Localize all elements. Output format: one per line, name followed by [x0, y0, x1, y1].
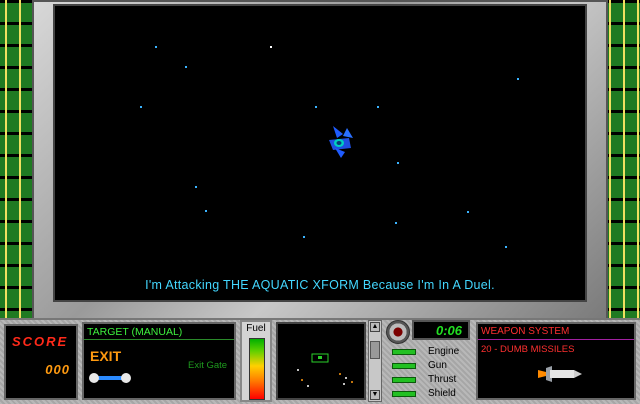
- fuel-bar: [249, 338, 265, 400]
- system-shield: Shield: [390, 388, 474, 401]
- star: [303, 236, 305, 238]
- scroll-down-icon[interactable]: ▼: [370, 390, 380, 400]
- star: [397, 162, 399, 164]
- star: [155, 46, 157, 48]
- star: [270, 46, 272, 48]
- enemy-ship: [329, 126, 353, 158]
- star: [195, 186, 197, 188]
- scroll-up-icon[interactable]: ▲: [370, 322, 380, 332]
- status-led: [392, 391, 416, 397]
- star: [467, 211, 469, 213]
- timer-value: 0:06: [435, 323, 462, 338]
- radar-display: [297, 353, 353, 387]
- target-type: Exit Gate: [188, 360, 228, 371]
- timer-panel: 0:06: [412, 320, 470, 340]
- status-led: [392, 363, 416, 369]
- radar-panel: [276, 322, 366, 400]
- star: [140, 106, 142, 108]
- status-message: I'm Attacking THE AQUATIC XFORM Because …: [145, 278, 495, 292]
- status-led: [392, 377, 416, 383]
- missile-icon: [538, 366, 582, 382]
- systems-status: Engine Gun Thrust Shield: [386, 344, 474, 402]
- weapon-panel: WEAPON SYSTEM 20 - DUMB MISSILES: [476, 322, 636, 400]
- star: [517, 78, 519, 80]
- star: [205, 210, 207, 212]
- star: [395, 222, 397, 224]
- fuel-gauge: Fuel: [240, 320, 272, 402]
- target-name: EXIT: [90, 348, 122, 364]
- radar-scrollbar[interactable]: ▲ ▼: [368, 320, 382, 402]
- circuit-border-right: [604, 0, 640, 322]
- star: [505, 246, 507, 248]
- score-value: 000: [45, 362, 70, 377]
- target-title: TARGET (MANUAL): [84, 324, 234, 340]
- star: [315, 106, 317, 108]
- exit-gate-icon: [89, 373, 131, 383]
- score-label: SCORE: [12, 334, 69, 349]
- scroll-thumb[interactable]: [370, 341, 380, 359]
- weapon-title: WEAPON SYSTEM: [478, 324, 634, 340]
- space-viewport: I'm Attacking THE AQUATIC XFORM Because …: [53, 4, 587, 302]
- control-knob[interactable]: [386, 320, 410, 344]
- system-gun: Gun: [390, 360, 474, 373]
- target-panel: TARGET (MANUAL) EXIT Exit Gate: [82, 322, 236, 400]
- system-engine: Engine: [390, 346, 474, 359]
- status-led: [392, 349, 416, 355]
- circuit-border-left: [0, 0, 36, 322]
- fuel-label: Fuel: [246, 323, 266, 334]
- weapon-name: 20 - DUMB MISSILES: [481, 344, 575, 355]
- star: [377, 106, 379, 108]
- star: [185, 66, 187, 68]
- system-thrust: Thrust: [390, 374, 474, 387]
- score-panel: SCORE 000: [4, 324, 78, 400]
